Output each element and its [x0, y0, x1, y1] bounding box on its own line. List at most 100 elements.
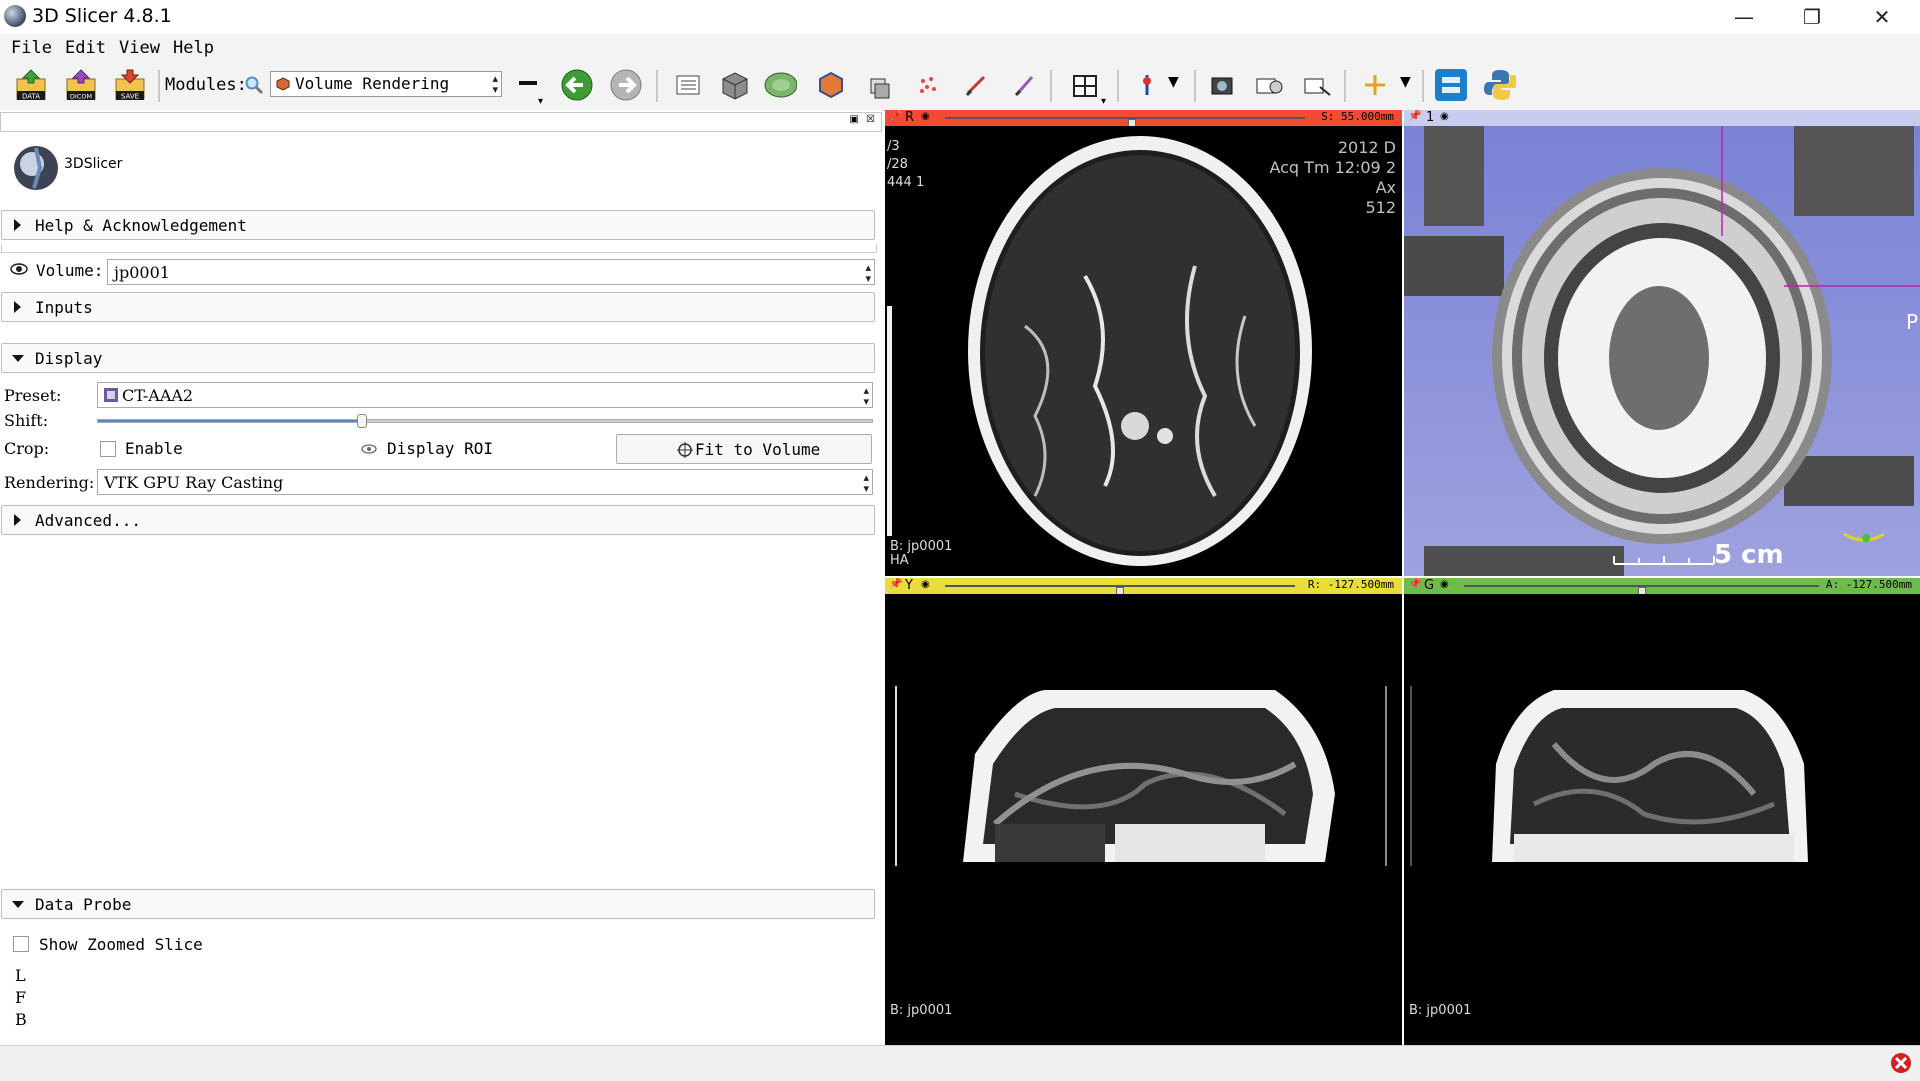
volumes-module-icon[interactable] — [718, 67, 752, 103]
transforms-module-icon[interactable] — [862, 67, 896, 103]
menu-edit[interactable]: Edit — [65, 38, 106, 58]
error-log-icon[interactable] — [1890, 1052, 1912, 1074]
rendering-label: Rendering: — [4, 473, 95, 492]
close-panel-icon[interactable]: ☒ — [866, 114, 875, 125]
preset-thumbnail-icon — [104, 388, 118, 402]
section-divider — [1, 244, 877, 253]
mouse-mode-dropdown-icon[interactable]: ▼ — [1168, 74, 1179, 90]
restore-button[interactable]: ❐ — [1778, 0, 1846, 34]
module-history-icon[interactable] — [519, 81, 537, 85]
overlay-text: /3 — [887, 139, 900, 154]
toolbar-separator — [1050, 70, 1052, 102]
red-slice-controller: 📌 R ◉ S: 55.000mm — [885, 110, 1402, 131]
three-d-view[interactable]: 📌 1 ◉ 5 cm P — [1404, 110, 1920, 576]
forward-arrow-icon[interactable] — [608, 67, 642, 103]
advanced-section[interactable]: Advanced... — [1, 505, 875, 535]
load-data-button[interactable]: DATA — [14, 67, 48, 103]
toolbar-separator — [1117, 70, 1119, 102]
close-window-button[interactable]: ✕ — [1848, 0, 1916, 34]
link-icon[interactable]: ◉ — [921, 111, 930, 122]
green-slice-view[interactable]: 📌 G ◉ A: -127.500mm B: jp0001 — [1404, 578, 1920, 1045]
mouse-mode-icon[interactable] — [1130, 67, 1164, 103]
expanded-arrow-icon — [12, 901, 24, 908]
python-console-icon[interactable] — [1482, 67, 1516, 103]
capture-icon[interactable] — [1300, 67, 1334, 103]
module-selected-label: Volume Rendering — [295, 74, 450, 93]
float-panel-icon[interactable]: ▣ — [850, 114, 859, 125]
shift-slider[interactable] — [97, 414, 873, 428]
section-title: Advanced... — [35, 511, 141, 530]
status-bar — [0, 1045, 1920, 1081]
collapsed-arrow-icon — [14, 301, 21, 313]
segment-editor-icon[interactable] — [1008, 67, 1042, 103]
link-icon[interactable]: ◉ — [1440, 579, 1449, 590]
editor-module-icon[interactable] — [960, 67, 994, 103]
data-probe-section[interactable]: Data Probe — [1, 889, 875, 919]
display-section[interactable]: Display — [1, 343, 875, 373]
red-slice-view[interactable]: 📌 R ◉ S: 55.000mm /3 /28 444 1 2012 D Ac… — [885, 110, 1402, 576]
save-button[interactable]: SAVE — [113, 67, 147, 103]
inputs-section[interactable]: Inputs — [1, 292, 875, 322]
overlay-text: Ax — [1375, 178, 1396, 197]
display-roi-eye-icon[interactable] — [361, 441, 377, 457]
menu-help[interactable]: Help — [173, 38, 214, 58]
red-offset-slider[interactable] — [945, 117, 1305, 131]
main-toolbar: DATA DICOM SAVE Modules: Volume Renderin… — [0, 62, 1920, 111]
menu-view[interactable]: View — [119, 38, 160, 58]
section-title: Inputs — [35, 298, 93, 317]
crosshair-dropdown-icon[interactable]: ▼ — [1400, 74, 1411, 90]
green-slice-controller: 📌 G ◉ A: -127.500mm — [1404, 578, 1920, 599]
module-selector[interactable]: Volume Rendering ▴ ▾ — [270, 71, 502, 97]
help-acknowledgement-section[interactable]: Help & Acknowledgement — [1, 210, 875, 240]
back-arrow-icon[interactable] — [559, 67, 593, 103]
history-dropdown-icon[interactable]: ▾ — [538, 96, 543, 107]
green-offset-slider[interactable] — [1464, 585, 1819, 599]
pin-icon[interactable]: 📌 — [889, 578, 903, 590]
scene-view-icon[interactable] — [1252, 67, 1286, 103]
module-search-icon[interactable] — [244, 75, 264, 95]
pin-icon[interactable]: 📌 — [1408, 110, 1422, 122]
fit-to-volume-button[interactable]: Fit to Volume — [616, 434, 872, 464]
rendering-method-selector[interactable]: VTK GPU Ray Casting ▴ ▾ — [97, 469, 873, 495]
slicer-logo-icon — [14, 146, 58, 190]
volume-label: Volume: — [36, 261, 104, 280]
yellow-view-letter: Y — [905, 578, 913, 593]
models-module-icon[interactable] — [763, 67, 797, 103]
red-overlay-top-left: /3 /28 444 1 — [887, 138, 924, 192]
crop-enable-checkbox[interactable] — [100, 441, 116, 457]
screenshot-icon[interactable] — [1205, 67, 1239, 103]
volume-selector[interactable]: jp0001 ▴ ▾ — [107, 259, 875, 285]
crop-label: Crop: — [4, 439, 50, 458]
menu-file[interactable]: File — [11, 38, 52, 58]
rendering-selected-value: VTK GPU Ray Casting — [104, 473, 284, 492]
preset-selector[interactable]: CT-AAA2 ▴ ▾ — [97, 382, 873, 408]
shift-slider-handle[interactable] — [356, 414, 367, 428]
three-d-view-controller: 📌 1 ◉ — [1404, 110, 1920, 126]
volume-selected-value: jp0001 — [114, 263, 170, 282]
fit-to-volume-label: Fit to Volume — [695, 440, 821, 459]
minimize-button[interactable]: — — [1710, 0, 1778, 34]
extension-manager-icon[interactable] — [1433, 67, 1467, 103]
toolbar-separator — [656, 70, 658, 102]
layout-dropdown-icon[interactable]: ▾ — [1101, 96, 1106, 107]
pin-icon[interactable]: 📌 — [889, 110, 903, 122]
yellow-slice-view[interactable]: 📌 Y ◉ R: -127.500mm B: jp0001 — [885, 578, 1402, 1045]
layout-icon[interactable] — [1068, 67, 1102, 103]
combo-arrows-icon: ▴ ▾ — [865, 261, 871, 285]
preset-selected-value: CT-AAA2 — [122, 386, 194, 405]
link-icon[interactable]: ◉ — [921, 579, 930, 590]
markups-module-icon[interactable] — [911, 67, 945, 103]
yellow-slice-controller: 📌 Y ◉ R: -127.500mm — [885, 578, 1402, 599]
pin-icon[interactable]: 📌 — [1408, 578, 1422, 590]
data-module-icon[interactable] — [671, 67, 705, 103]
dicom-button[interactable]: DICOM — [64, 67, 98, 103]
show-zoomed-slice-checkbox[interactable] — [13, 936, 29, 952]
yellow-offset-slider[interactable] — [945, 585, 1295, 599]
link-icon[interactable]: ◉ — [1440, 111, 1449, 122]
visibility-eye-icon[interactable] — [10, 262, 28, 276]
modules-label: Modules: — [165, 75, 247, 95]
overlay-text: 2012 D — [1337, 138, 1396, 157]
save-icon: SAVE — [115, 69, 145, 101]
crosshair-icon[interactable] — [1358, 67, 1392, 103]
volume-rendering-module-icon[interactable] — [814, 67, 848, 103]
